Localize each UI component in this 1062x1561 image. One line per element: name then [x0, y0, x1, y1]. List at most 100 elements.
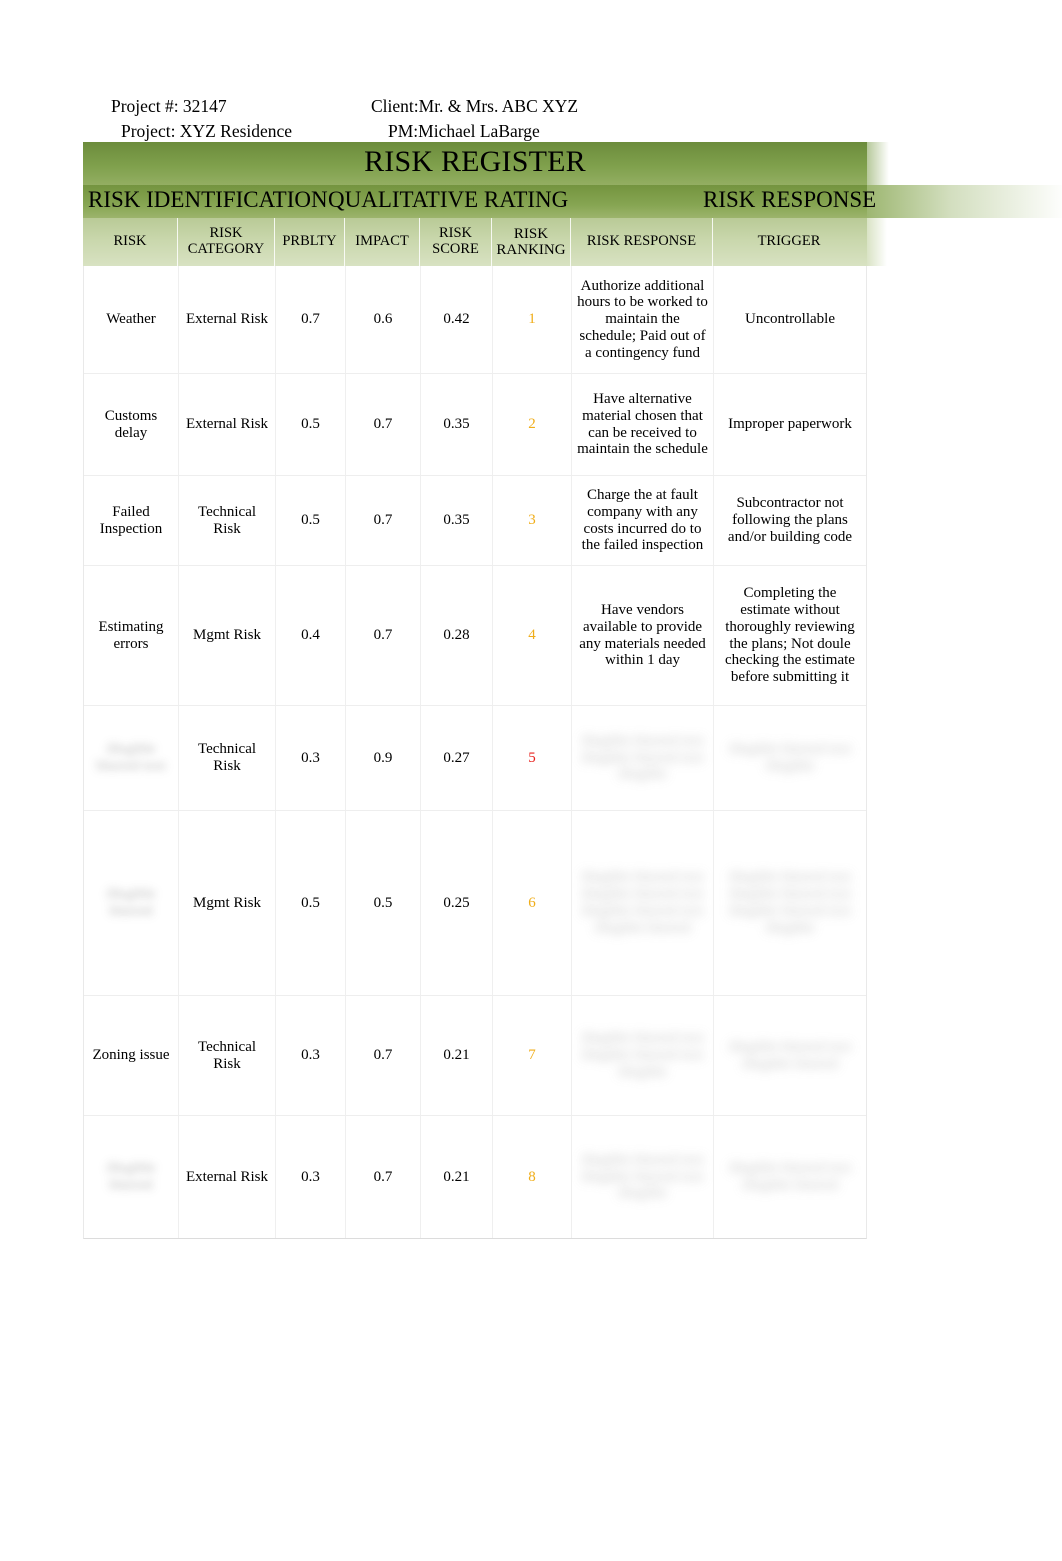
section-risk-identification: RISK IDENTIFICATION	[88, 187, 328, 212]
redacted-text: illegible blurred	[106, 886, 156, 919]
cell-trigger: Uncontrollable	[745, 311, 835, 328]
cell-risk-category: External Risk	[179, 266, 276, 373]
cell-risk-score: 0.27	[421, 706, 493, 810]
project-manager: PM:Michael LaBarge	[388, 121, 540, 141]
column-header-prblty: PRBLTY	[275, 218, 345, 266]
column-header-impact: IMPACT	[345, 218, 420, 266]
cell-impact: 0.6	[346, 266, 421, 373]
cell-impact: 0.7	[346, 566, 421, 705]
table-row[interactable]: Weather External Risk 0.7 0.6 0.42 1 Authorize…	[84, 266, 866, 374]
cell-risk-response: illegible blurred text illegible blurred…	[572, 811, 714, 995]
page-title: RISK REGISTER	[364, 145, 586, 178]
cell-probability: 0.4	[276, 566, 346, 705]
cell-impact: 0.9	[346, 706, 421, 810]
column-header-risk-ranking: RISK RANKING	[492, 218, 571, 266]
risk-table-body: Weather External Risk 0.7 0.6 0.42 1 Authorize…	[83, 266, 867, 1239]
cell-risk-response: illegible blurred text illegible blurred…	[572, 996, 714, 1115]
cell-risk-response: Authorize additional hours to be worked …	[572, 266, 714, 373]
cell-risk-score: 0.21	[421, 1116, 493, 1238]
cell-risk-category: Technical Risk	[179, 706, 276, 810]
title-band: RISK REGISTER	[83, 142, 889, 185]
cell-risk-score: 0.28	[421, 566, 493, 705]
cell-risk-response: illegible blurred text illegible blurred…	[572, 1116, 714, 1238]
cell-impact: 0.7	[346, 374, 421, 475]
redacted-text: illegible blurred text	[96, 741, 166, 774]
redacted-text: illegible blurred text illegible blurred…	[581, 732, 704, 783]
section-header-band: RISK IDENTIFICATION QUALITATIVE RATING R…	[83, 185, 1062, 218]
cell-probability: 0.5	[276, 476, 346, 565]
redacted-text: illegible blurred text illegible blurred…	[581, 1030, 704, 1080]
cell-trigger: Completing the estimate without thorough…	[725, 585, 855, 686]
cell-risk-ranking: 2	[493, 374, 572, 475]
table-row[interactable]: illegible blurred Mgmt Risk 0.5 0.5 0.25 6 ill…	[84, 811, 866, 996]
cell-probability: 0.5	[276, 811, 346, 995]
cell-risk-category: External Risk	[179, 1116, 276, 1238]
client-name: Client:Mr. & Mrs. ABC XYZ	[371, 96, 579, 116]
section-qualitative-rating: QUALITATIVE RATING	[328, 187, 569, 212]
cell-impact: 0.7	[346, 996, 421, 1115]
table-row[interactable]: illegible blurred text Technical Risk 0.3 0…	[84, 706, 866, 811]
cell-risk: Zoning issue	[84, 996, 179, 1115]
column-header-risk-score: RISK SCORE	[420, 218, 492, 266]
cell-trigger: illegible blurred text illegible blurred	[714, 1116, 866, 1238]
project-meta-header: Project #: 32147 Client:Mr. & Mrs. ABC X…	[83, 84, 867, 142]
cell-risk: illegible blurred	[84, 811, 179, 995]
cell-trigger: illegible blurred text illegible blurred	[714, 996, 866, 1115]
cell-risk-ranking: 3	[493, 476, 572, 565]
project-name: Project: XYZ Residence	[121, 121, 293, 141]
table-row[interactable]: illegible blurred External Risk 0.3 0.7 0.21…	[84, 1116, 866, 1238]
column-header-trigger: TRIGGER	[757, 233, 821, 250]
table-row[interactable]: Failed Inspection Technical Risk 0.5 0.7 0.3…	[84, 476, 866, 566]
cell-risk-score: 0.25	[421, 811, 493, 995]
cell-risk: Customs delay	[84, 374, 179, 475]
cell-risk: illegible blurred text	[84, 706, 179, 810]
table-row[interactable]: Estimating errors Mgmt Risk 0.4 0.7 0.28 4 Hav…	[84, 566, 866, 706]
cell-trigger: Subcontractor not following the plans an…	[727, 495, 853, 545]
redacted-text: illegible blurred text illegible blurred…	[581, 1151, 704, 1202]
cell-risk-response: Have vendors available to provide any ma…	[572, 566, 714, 705]
risk-register-sheet: Project #: 32147 Client:Mr. & Mrs. ABC X…	[83, 84, 1062, 1282]
cell-risk: Weather	[84, 266, 179, 373]
cell-risk-category: Mgmt Risk	[179, 811, 276, 995]
cell-risk: Failed Inspection	[84, 476, 179, 565]
cell-risk-ranking: 1	[493, 266, 572, 373]
cell-risk-category: External Risk	[179, 374, 276, 475]
cell-risk-score: 0.21	[421, 996, 493, 1115]
cell-risk-score: 0.35	[421, 374, 493, 475]
cell-probability: 0.3	[276, 1116, 346, 1238]
cell-risk-response: illegible blurred text illegible blurred…	[572, 706, 714, 810]
cell-risk-ranking: 7	[493, 996, 572, 1115]
cell-trigger: illegible blurred text illegible	[714, 706, 866, 810]
cell-trigger: illegible blurred text illegible blurred…	[714, 811, 866, 995]
cell-risk-ranking: 8	[493, 1116, 572, 1238]
cell-probability: 0.3	[276, 996, 346, 1115]
column-header-row: RISK RISK CATEGORY PRBLTY IMPACT RISK SC…	[83, 218, 887, 266]
table-row[interactable]: Customs delay External Risk 0.5 0.7 0.35 2 Hav…	[84, 374, 866, 476]
redacted-text: illegible blurred text illegible blurred…	[581, 869, 704, 936]
cell-risk: Estimating errors	[84, 566, 179, 705]
cell-risk-score: 0.42	[421, 266, 493, 373]
meta-row-1: Project #: 32147 Client:Mr. & Mrs. ABC X…	[83, 93, 867, 119]
cell-risk-category: Mgmt Risk	[179, 566, 276, 705]
column-header-risk-category: RISK CATEGORY	[178, 218, 275, 266]
table-row[interactable]: Zoning issue Technical Risk 0.3 0.7 0.21 7 ill…	[84, 996, 866, 1116]
cell-risk-ranking: 4	[493, 566, 572, 705]
column-header-risk: RISK	[83, 218, 178, 266]
column-header-risk-response: RISK RESPONSE	[571, 218, 713, 266]
redacted-text: illegible blurred text illegible blurred…	[728, 869, 852, 936]
cell-risk-ranking: 6	[493, 811, 572, 995]
cell-impact: 0.7	[346, 1116, 421, 1238]
cell-risk: illegible blurred	[84, 1116, 179, 1238]
section-risk-response: RISK RESPONSE	[703, 187, 877, 212]
cell-probability: 0.3	[276, 706, 346, 810]
cell-risk-response: Have alternative material chosen that ca…	[572, 374, 714, 475]
cell-risk-response: Charge the at fault company with any cos…	[572, 476, 714, 565]
redacted-text: illegible blurred text illegible blurred	[728, 1038, 852, 1072]
cell-impact: 0.5	[346, 811, 421, 995]
cell-risk-score: 0.35	[421, 476, 493, 565]
redacted-text: illegible blurred text illegible blurred	[728, 1160, 852, 1193]
redacted-text: illegible blurred	[106, 1160, 156, 1193]
project-number: Project #: 32147	[111, 96, 227, 116]
meta-row-2: Project: XYZ Residence PM:Michael LaBarg…	[83, 118, 867, 144]
cell-probability: 0.5	[276, 374, 346, 475]
